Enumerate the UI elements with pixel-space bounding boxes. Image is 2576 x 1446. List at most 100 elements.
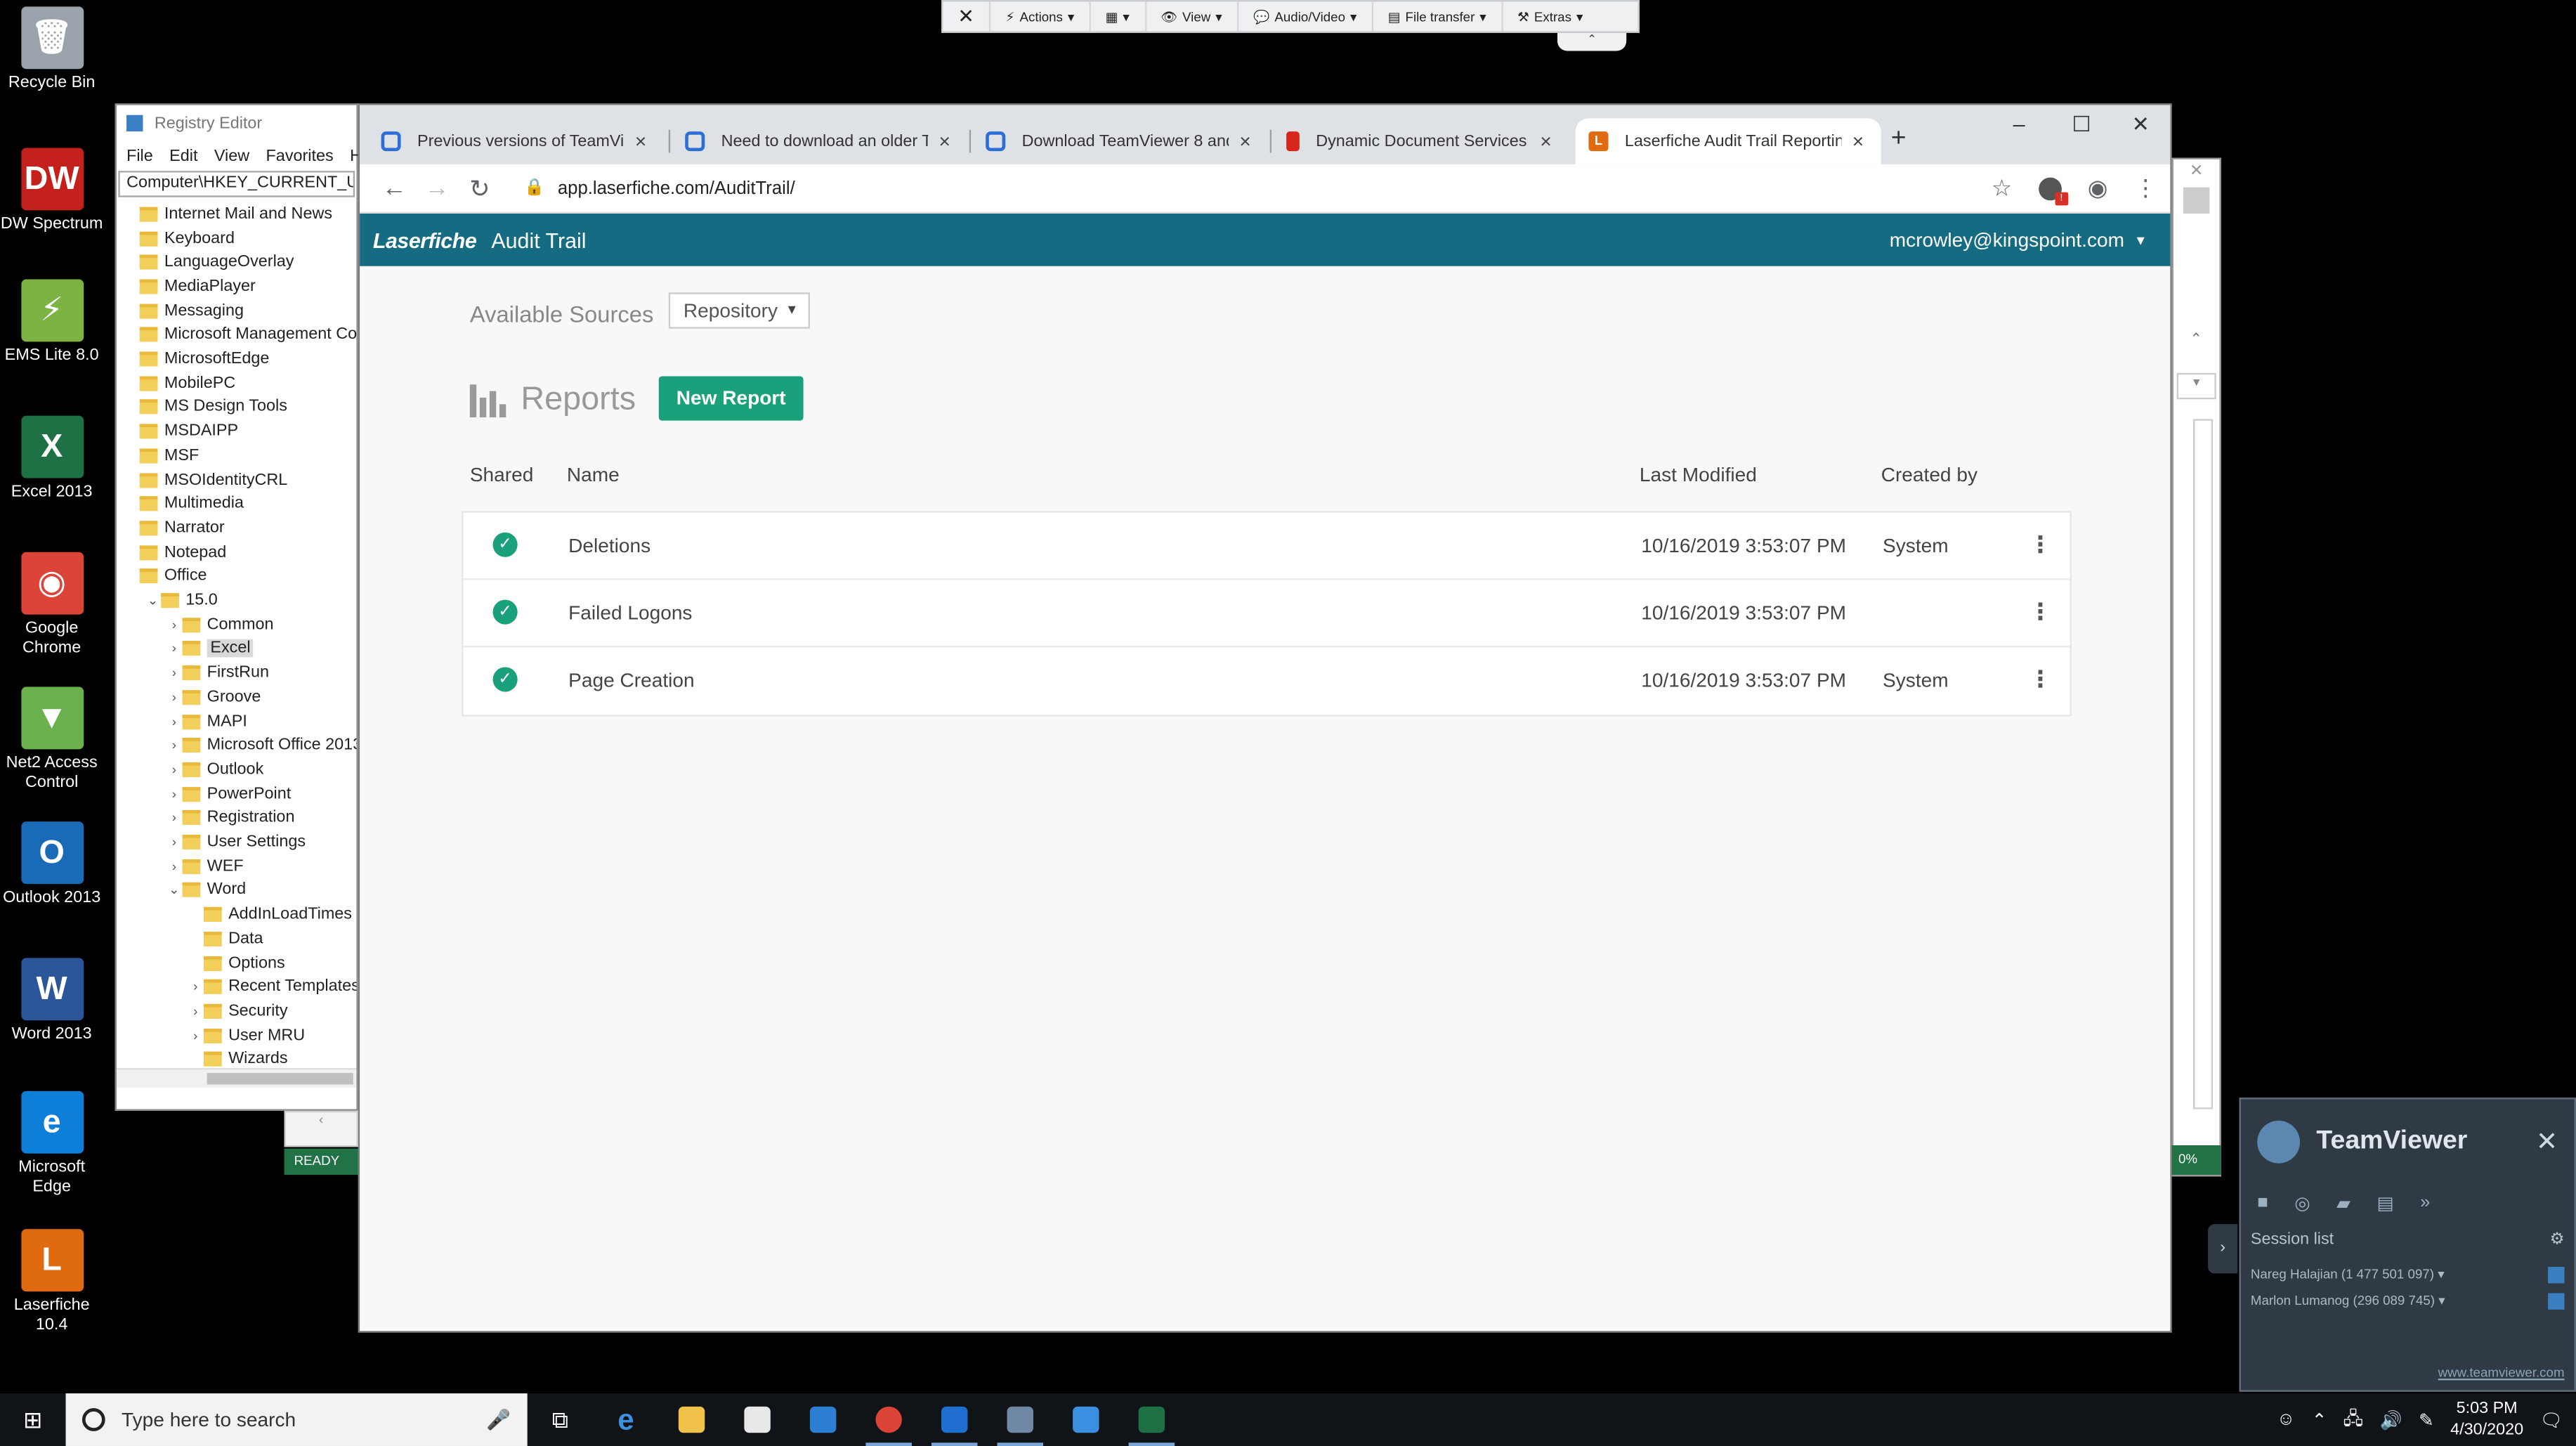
registry-key[interactable]: › Common <box>166 613 274 637</box>
partner-item[interactable]: Marlon Lumanog (296 089 745) ▾ <box>2241 1288 2575 1314</box>
volume-icon[interactable]: 🔊 <box>2380 1409 2402 1431</box>
menu-kebab-icon[interactable]: ⋮ <box>2134 174 2157 202</box>
gear-icon[interactable]: ⚙ <box>2550 1231 2565 1249</box>
teamviewer-link[interactable]: www.teamviewer.com <box>2438 1365 2565 1380</box>
tab-close-icon[interactable]: × <box>1236 130 1255 153</box>
tab-close-icon[interactable]: × <box>1536 130 1556 153</box>
new-tab-button[interactable]: + <box>1891 125 1907 155</box>
new-report-button[interactable]: New Report <box>658 376 804 421</box>
partner-item[interactable]: Nareg Halajian (1 477 501 097) ▾ <box>2241 1262 2575 1288</box>
windows-start-icon[interactable]: ⊞ <box>0 1406 66 1434</box>
menu-view[interactable]: View <box>214 147 249 165</box>
back-button[interactable]: ← <box>373 174 416 202</box>
chevron-down-icon[interactable]: ⌄ <box>166 883 182 898</box>
row-menu-kebab-icon[interactable]: ⋮ <box>2029 598 2052 626</box>
chevron-right-icon[interactable]: › <box>166 618 182 632</box>
extension-icon[interactable]: ! <box>2038 176 2068 205</box>
brand-logo[interactable]: Laserfiche <box>373 228 477 252</box>
report-name[interactable]: Page Creation <box>568 669 694 692</box>
panel-expand-button[interactable]: › <box>2208 1224 2238 1274</box>
files-icon[interactable]: ▤ <box>2376 1192 2393 1213</box>
video-icon[interactable]: ■ <box>2257 1193 2268 1213</box>
people-icon[interactable]: ☺ <box>2277 1410 2295 1430</box>
menu-file[interactable]: File <box>126 147 153 165</box>
toolbar-extras-button[interactable]: ⚒ Extras ▾ <box>1503 1 1597 31</box>
file-explorer-icon[interactable] <box>659 1393 725 1446</box>
registry-key[interactable]: Data <box>188 927 263 951</box>
report-row[interactable]: ✓ Page Creation 10/16/2019 3:53:07 PM Syste… <box>463 647 2070 715</box>
close-icon[interactable]: ✕ <box>2173 163 2219 181</box>
scrollbar-thumb[interactable] <box>207 1073 353 1085</box>
report-row[interactable]: ✓ Deletions 10/16/2019 3:53:07 PM System ⋮ <box>463 513 2070 580</box>
desktop-shortcut[interactable]: e Microsoft Edge <box>0 1090 103 1198</box>
report-name[interactable]: Failed Logons <box>568 601 692 625</box>
browser-tab[interactable]: L Laserfiche Audit Trail Reporting × <box>1575 118 1881 164</box>
bookmark-star-icon[interactable]: ☆ <box>1992 174 2012 202</box>
registry-key[interactable]: Microsoft Management Cons <box>123 323 356 347</box>
chrome-taskbar-icon[interactable] <box>856 1393 922 1446</box>
reload-button[interactable]: ↻ <box>458 174 501 203</box>
column-header-name[interactable]: Name <box>567 463 620 486</box>
registry-key[interactable]: › Recent Templates <box>188 975 356 999</box>
forward-button[interactable]: → <box>416 174 459 202</box>
registry-taskbar-icon[interactable] <box>987 1393 1053 1446</box>
taskbar-search[interactable]: Type here to search 🎤 <box>65 1393 528 1446</box>
chevron-down-icon[interactable]: ⌄ <box>145 593 161 608</box>
pen-icon[interactable]: ✎ <box>2419 1409 2434 1431</box>
desktop-shortcut[interactable]: X Excel 2013 <box>0 415 103 503</box>
toolbar-close-button[interactable]: ✕ <box>943 1 991 32</box>
chevron-right-icon[interactable]: › <box>166 665 182 680</box>
chevron-right-icon[interactable]: › <box>166 811 182 826</box>
registry-key[interactable]: ⌄ 15.0 <box>145 589 218 613</box>
address-bar[interactable]: 🔒 app.laserfiche.com/AuditTrail/ <box>524 178 1992 198</box>
desktop-shortcut[interactable]: ▼ Net2 Access Control <box>0 686 103 794</box>
registry-key[interactable]: MSF <box>123 443 199 467</box>
registry-key[interactable]: › User Settings <box>166 830 306 854</box>
store-icon[interactable] <box>724 1393 790 1446</box>
toolbar-audio-video-button[interactable]: 💬 Audio/Video ▾ <box>1238 1 1373 32</box>
registry-key[interactable]: › Excel <box>166 637 254 660</box>
browser-tab[interactable]: Need to download an older TeamViewer × <box>672 118 967 164</box>
registry-key[interactable]: MSOIdentityCRL <box>123 468 287 492</box>
registry-key[interactable]: › Registration <box>166 806 295 830</box>
toolbar-windows-button[interactable]: ▦ ▾ <box>1091 1 1146 32</box>
clock[interactable]: 5:03 PM 4/30/2020 <box>2450 1398 2523 1441</box>
chevron-up-icon[interactable]: ⌃ <box>2312 1409 2327 1431</box>
chevron-right-icon[interactable]: › <box>166 738 182 753</box>
microphone-icon[interactable]: 🎤 <box>486 1408 511 1431</box>
registry-address-bar[interactable]: Computer\HKEY_CURRENT_USER <box>118 171 355 197</box>
registry-key[interactable]: Keyboard <box>123 226 235 250</box>
registry-key[interactable]: › PowerPoint <box>166 782 292 806</box>
user-menu[interactable]: mcrowley@kingspoint.com ▼ <box>1890 228 2147 252</box>
registry-key[interactable]: › Outlook <box>166 757 264 781</box>
registry-key[interactable]: › WEF <box>166 854 244 878</box>
registry-key[interactable]: Messaging <box>123 299 244 323</box>
chevron-right-icon[interactable]: › <box>188 1028 204 1043</box>
registry-horizontal-scrollbar[interactable] <box>117 1068 357 1088</box>
registry-key[interactable]: Internet Mail and News <box>123 202 332 226</box>
tab-close-icon[interactable]: × <box>935 130 955 153</box>
chevron-right-icon[interactable]: › <box>166 859 182 873</box>
headset-icon[interactable]: ◎ <box>2294 1192 2310 1213</box>
menu-favorites[interactable]: Favorites <box>266 147 334 165</box>
teamviewer-taskbar-icon[interactable] <box>922 1393 988 1446</box>
more-icon[interactable]: » <box>2420 1193 2430 1213</box>
column-header-created-by[interactable]: Created by <box>1881 463 1977 486</box>
registry-key[interactable]: Wizards <box>188 1048 288 1068</box>
registry-key[interactable]: MSDAIPP <box>123 419 238 443</box>
chat-icon[interactable]: ▰ <box>2336 1192 2351 1213</box>
row-menu-kebab-icon[interactable]: ⋮ <box>2029 530 2052 559</box>
network-app-icon[interactable] <box>1053 1393 1119 1446</box>
browser-tab[interactable]: Dynamic Document Services | × <box>1273 118 1569 164</box>
toolbar-file-transfer-button[interactable]: ▤ File transfer ▾ <box>1373 1 1503 32</box>
registry-key[interactable]: › FirstRun <box>166 661 269 685</box>
column-header-shared[interactable]: Shared <box>470 463 534 486</box>
minimize-button[interactable]: – <box>1989 112 2048 145</box>
toolbar-view-button[interactable]: 👁 View ▾ <box>1146 1 1239 32</box>
toolbar-actions-button[interactable]: ⚡ Actions ▾ <box>990 1 1091 32</box>
tab-close-icon[interactable]: × <box>1848 130 1868 153</box>
excel-taskbar-icon[interactable] <box>1119 1393 1185 1446</box>
browser-tab[interactable]: Download TeamViewer 8 and × <box>972 118 1268 164</box>
desktop-shortcut[interactable]: O Outlook 2013 <box>0 821 103 908</box>
desktop-shortcut[interactable]: L Laserfiche 10.4 <box>0 1229 103 1336</box>
